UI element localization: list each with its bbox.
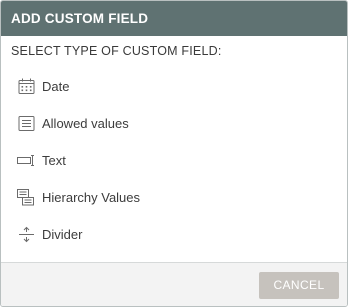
hierarchy-icon	[17, 189, 35, 207]
dialog-subtitle: SELECT TYPE OF CUSTOM FIELD:	[11, 44, 222, 58]
field-type-label: Divider	[42, 227, 83, 242]
field-type-list: Date Allowed values Text Hierarchy Value…	[1, 68, 347, 253]
cancel-button[interactable]: CANCEL	[259, 272, 339, 299]
field-type-label: Date	[42, 79, 70, 94]
calendar-icon	[17, 78, 35, 96]
dialog-title: ADD CUSTOM FIELD	[1, 1, 347, 36]
field-type-label: Hierarchy Values	[42, 190, 141, 205]
dialog-footer: CANCEL	[1, 262, 347, 306]
list-icon	[17, 115, 35, 133]
field-type-label: Text	[42, 153, 66, 168]
divider-icon	[17, 226, 35, 244]
field-type-hierarchy-values[interactable]: Hierarchy Values	[1, 179, 347, 216]
text-field-icon	[17, 152, 35, 170]
field-type-allowed-values[interactable]: Allowed values	[1, 105, 347, 142]
field-type-text[interactable]: Text	[1, 142, 347, 179]
field-type-divider[interactable]: Divider	[1, 216, 347, 253]
field-type-date[interactable]: Date	[1, 68, 347, 105]
field-type-label: Allowed values	[42, 116, 129, 131]
add-custom-field-dialog: ADD CUSTOM FIELD SELECT TYPE OF CUSTOM F…	[0, 0, 348, 307]
